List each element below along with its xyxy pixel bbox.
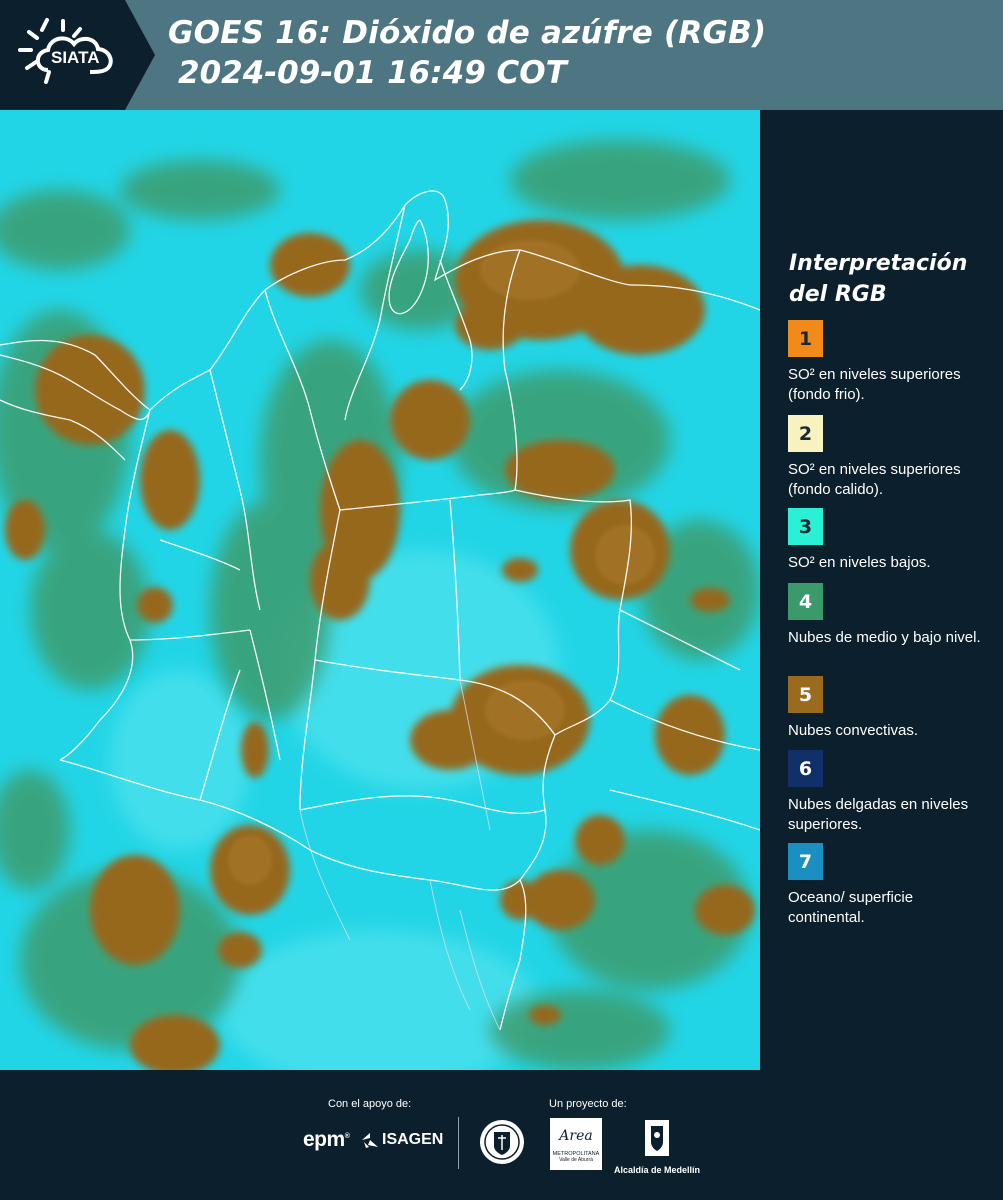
legend-item-4: 4 Nubes de medio y bajo nivel. — [788, 583, 993, 648]
area-logo-subtext-2: Valle de Aburrá — [559, 1157, 593, 1163]
legend-title-line2: del RGB — [789, 282, 887, 307]
legend-item-6: 6 Nubes delgadas en niveles superiores. — [788, 750, 993, 835]
legend-title-line1: Interpretación — [789, 251, 968, 276]
page-timestamp: 2024-09-01 16:49 COT — [178, 55, 567, 91]
legend-item-text: Nubes de medio y bajo nivel. — [788, 629, 981, 646]
legend-title: Interpretación del RGB — [789, 248, 989, 310]
legend-item-text: SO² en niveles superiores (fondo calido)… — [788, 461, 961, 498]
legend-item-5: 5 Nubes convectivas. — [788, 676, 993, 741]
legend-item-2: 2 SO² en niveles superiores (fondo calid… — [788, 415, 993, 504]
isagen-logo-text: ISAGEN — [382, 1131, 444, 1148]
area-metropolitana-logo[interactable]: Area METROPOLITANA Valle de Aburrá — [550, 1118, 602, 1170]
legend-item-7: 7 Oceano/ superficie continental. — [788, 843, 993, 928]
legend-item-text: SO² en niveles bajos. — [788, 554, 931, 571]
legend-item-text: SO² en niveles superiores (fondo frio). — [788, 366, 961, 403]
epm-logo-text: epm — [303, 1128, 345, 1151]
legend-item-text: Oceano/ superficie continental. — [788, 889, 914, 926]
legend-swatch: 3 — [788, 508, 823, 545]
header: SIATA GOES 16: Dióxido de azúfre (RGB) 2… — [0, 0, 1003, 110]
footer-divider — [458, 1117, 459, 1169]
satellite-image — [0, 110, 760, 1070]
legend-swatch: 6 — [788, 750, 823, 787]
legend-item-text: Nubes delgadas en niveles superiores. — [788, 796, 969, 833]
epm-logo[interactable]: epm® — [303, 1128, 350, 1152]
rgb-legend: Interpretación del RGB 1 SO² en niveles … — [760, 110, 1003, 1070]
legend-item-3: 3 SO² en niveles bajos. — [788, 508, 993, 573]
legend-swatch: 5 — [788, 676, 823, 713]
legend-swatch: 7 — [788, 843, 823, 880]
page-title: GOES 16: Dióxido de azúfre (RGB) — [168, 15, 767, 51]
area-logo-text: Area — [559, 1128, 593, 1144]
project-label: Un proyecto de: — [549, 1098, 627, 1110]
alcaldia-logo-text: Alcaldía de Medellín — [613, 1165, 701, 1175]
legend-swatch: 2 — [788, 415, 823, 452]
siata-logo[interactable]: SIATA — [0, 0, 155, 110]
isagen-logo[interactable]: ISAGEN — [360, 1131, 443, 1149]
registered-mark: ® — [344, 1133, 350, 1140]
siata-logo-text: SIATA — [51, 48, 99, 67]
legend-item-text: Nubes convectivas. — [788, 722, 919, 739]
legend-swatch: 4 — [788, 583, 823, 620]
footer: Con el apoyo de: Un proyecto de: epm® IS… — [0, 1070, 1003, 1200]
satellite-map[interactable] — [0, 110, 760, 1070]
medellin-seal-logo[interactable] — [478, 1118, 526, 1171]
seal-icon — [480, 1120, 524, 1164]
support-label: Con el apoyo de: — [328, 1098, 412, 1110]
legend-item-1: 1 SO² en niveles superiores (fondo frio)… — [788, 320, 993, 405]
alcaldia-logo[interactable]: Alcaldía de Medellín — [612, 1118, 702, 1175]
shield-icon — [645, 1120, 669, 1156]
isagen-icon — [362, 1133, 378, 1148]
legend-swatch: 1 — [788, 320, 823, 357]
